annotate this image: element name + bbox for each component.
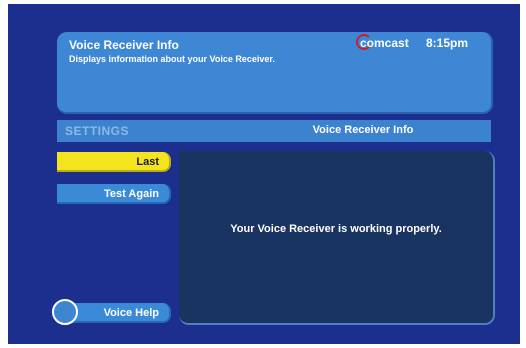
settings-label: SETTINGS: [65, 124, 130, 138]
tv-screen: Voice Receiver Info Displays information…: [8, 4, 520, 344]
test-again-button[interactable]: Test Again: [57, 184, 171, 204]
header-panel: Voice Receiver Info Displays information…: [57, 32, 493, 114]
page-title: Voice Receiver Info: [69, 38, 179, 52]
voice-button-icon[interactable]: [52, 299, 78, 325]
page-description: Displays information about your Voice Re…: [69, 54, 275, 64]
clock: 8:15pm: [426, 36, 469, 50]
comcast-logo-icon: [356, 34, 372, 50]
status-message: Your Voice Receiver is working properly.: [230, 223, 442, 235]
settings-bar: SETTINGS Voice Receiver Info: [57, 120, 491, 142]
brand-logo: comcast: [356, 34, 409, 50]
content-panel: Your Voice Receiver is working properly.: [179, 151, 495, 325]
last-button[interactable]: Last: [57, 152, 171, 172]
section-title: Voice Receiver Info: [312, 124, 414, 136]
